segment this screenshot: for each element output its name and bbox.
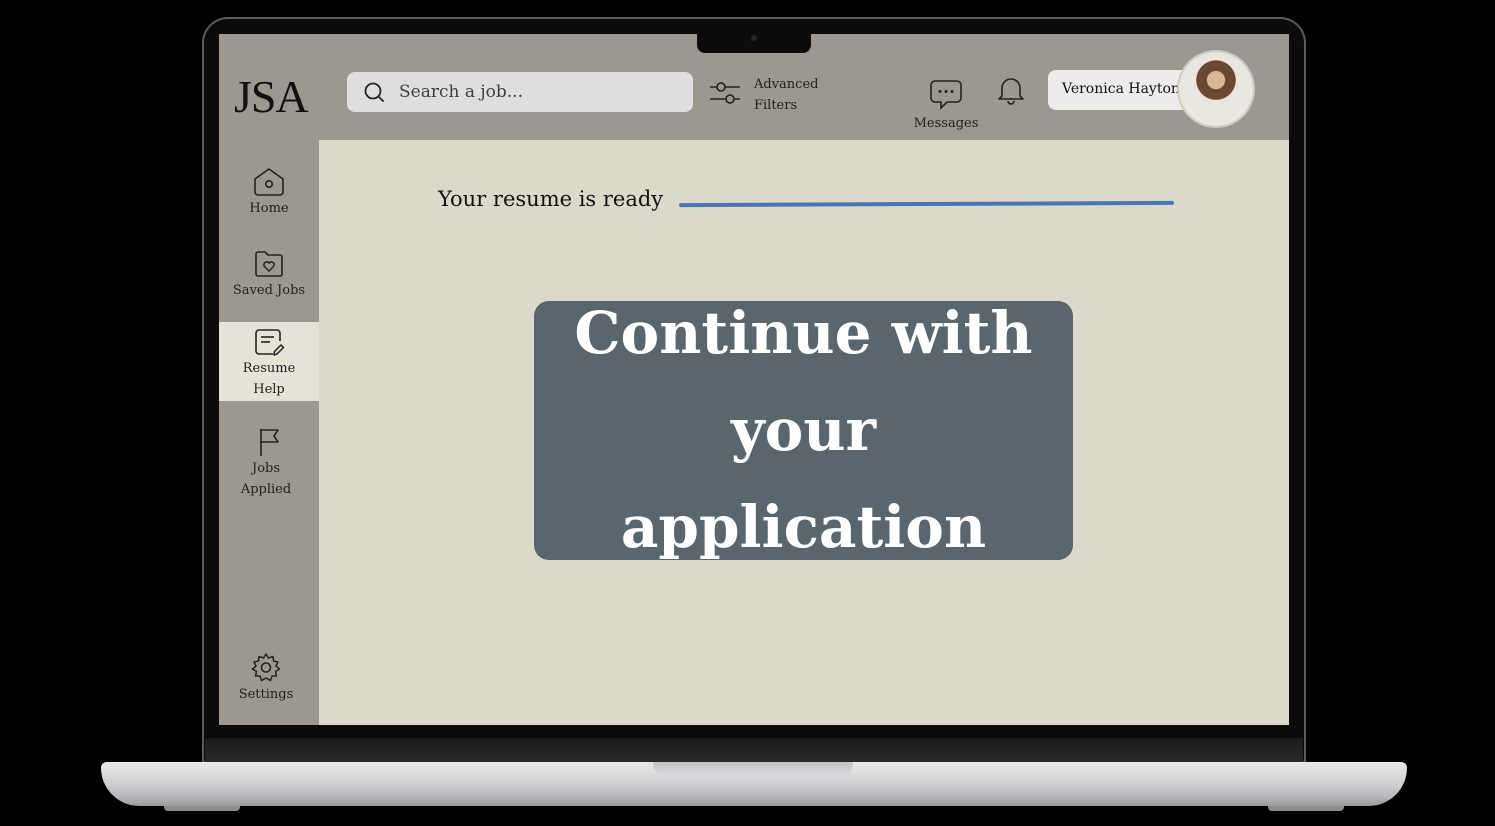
sidebar-item-label: Home	[249, 201, 289, 216]
app-logo[interactable]: JSA	[234, 70, 309, 123]
chat-bubble-icon	[913, 78, 979, 114]
advanced-filters-label-line1: Advanced	[754, 77, 819, 92]
search-bar[interactable]	[347, 72, 693, 112]
gear-icon	[213, 652, 319, 684]
laptop-bezel	[205, 738, 1303, 764]
laptop-foot-right	[1268, 806, 1344, 811]
search-icon	[363, 81, 385, 103]
sidebar-item-settings[interactable]: Settings	[219, 652, 319, 704]
advanced-filters-label: Advanced Filters	[754, 74, 824, 116]
messages-label: Messages	[913, 116, 979, 131]
sidebar-item-jobs-applied[interactable]: Jobs Applied	[219, 426, 319, 498]
bell-icon	[996, 78, 1026, 110]
advanced-filters-label-line2: Filters	[754, 98, 798, 113]
sidebar-item-label-line1: Resume	[242, 361, 296, 376]
sidebar-item-resume-help[interactable]: Resume Help	[219, 322, 319, 401]
sidebar-item-label: Settings	[238, 687, 294, 702]
sidebar-item-saved-jobs[interactable]: Saved Jobs	[219, 248, 319, 300]
continue-application-label: Continue with your application	[574, 299, 1033, 561]
sliders-icon	[708, 78, 742, 112]
home-icon	[219, 166, 319, 198]
sidebar-item-label-line2: Applied	[240, 482, 292, 497]
flag-icon	[219, 426, 319, 458]
laptop-foot-left	[164, 806, 240, 811]
sidebar-item-label: Saved Jobs	[232, 283, 306, 298]
folder-heart-icon	[219, 248, 319, 280]
user-name: Veronica Hayton	[1062, 81, 1180, 97]
resume-progress-bar	[678, 200, 1175, 208]
sidebar-item-label-line1: Jobs	[251, 461, 281, 476]
resume-status-text: Your resume is ready	[438, 187, 664, 211]
sidebar-item-home[interactable]: Home	[219, 166, 319, 216]
search-input[interactable]	[397, 81, 681, 103]
avatar[interactable]	[1179, 52, 1253, 126]
sidebar-item-label-line2: Help	[253, 382, 285, 397]
resume-edit-icon	[219, 328, 319, 358]
notifications-button[interactable]	[996, 74, 1026, 110]
messages-button[interactable]: Messages	[913, 78, 979, 131]
laptop-opening-notch	[653, 762, 853, 776]
camera-icon	[751, 35, 757, 41]
continue-application-button[interactable]: Continue with your application	[534, 299, 1073, 561]
advanced-filters-button[interactable]: Advanced Filters	[708, 74, 824, 116]
